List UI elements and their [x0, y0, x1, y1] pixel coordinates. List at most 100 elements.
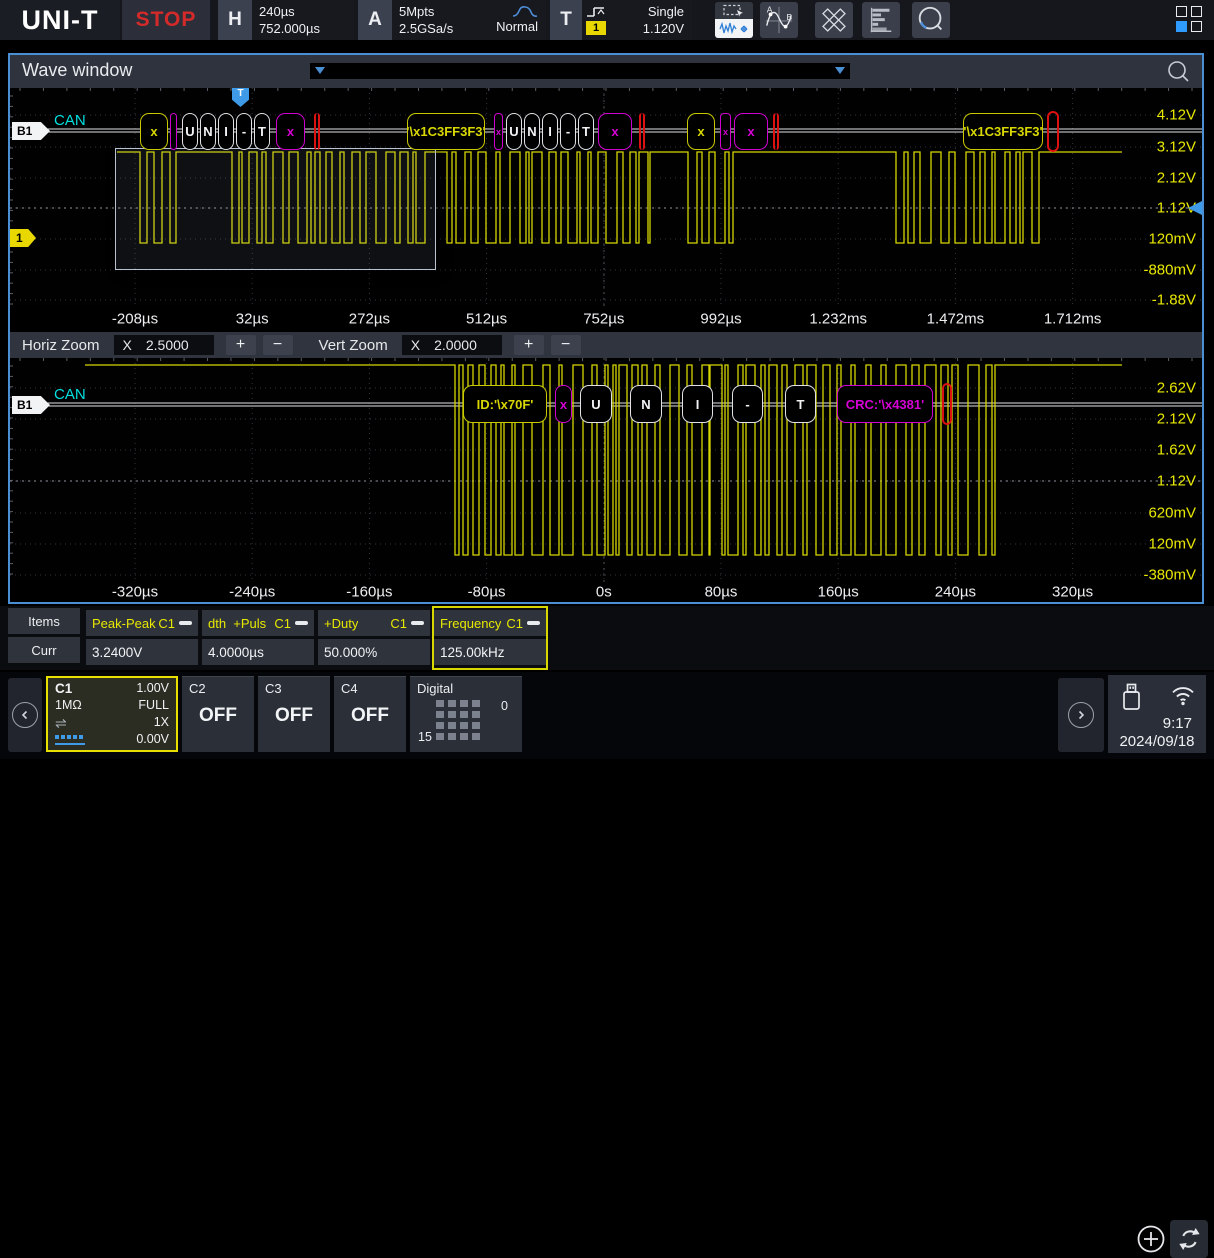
trigger-key: T [550, 0, 582, 40]
clock-date: 2024/09/18 [1108, 733, 1206, 750]
digital-channel-square [436, 711, 444, 718]
channel-1-panel[interactable]: C1 1.00V 1MΩ FULL ⇌ 1X 0.00V [46, 676, 178, 752]
histogram-icon [866, 5, 896, 35]
time-scale-label: 1.232ms [809, 311, 867, 328]
acquire-settings-button[interactable]: A 5Mpts 2.5GSa/s Normal [358, 0, 546, 40]
c1-impedance: 1MΩ [55, 698, 82, 713]
voltage-scale-label: 2.12V [1157, 170, 1196, 187]
measurement-items-selector[interactable]: Items Curr [8, 608, 80, 668]
items-row-label: Curr [8, 637, 80, 663]
chevron-left-icon [12, 702, 38, 728]
vert-zoom-in-button[interactable]: + [514, 335, 544, 355]
channel-4-panel[interactable]: C4 OFF [334, 676, 406, 752]
wave-window-header: Wave window [10, 55, 1202, 88]
time-scale-label: 992µs [700, 311, 741, 328]
decode-error-marker [1047, 111, 1059, 152]
voltage-scale-label: -880mV [1143, 262, 1196, 279]
run-stop-button[interactable]: STOP [122, 0, 210, 40]
vert-zoom-prefix: X [411, 337, 420, 353]
window-layout-button[interactable] [1176, 6, 1206, 36]
measurement-cell-peak-peak[interactable]: Peak-PeakC13.2400V [84, 606, 200, 670]
zoomed-waveform-view[interactable]: ID:'\x70F'xUNI-TCRC:'\x4381'B1CAN2.62V2.… [10, 358, 1202, 582]
search-button[interactable] [912, 2, 950, 38]
horiz-zoom-out-button[interactable]: − [263, 335, 293, 355]
digital-channel-square [460, 733, 468, 740]
c1-offset: 0.00V [136, 732, 169, 747]
digital-channel-square [460, 711, 468, 718]
decode-error-marker [942, 383, 952, 425]
main-time-axis: -208µs32µs272µs512µs752µs992µs1.232ms1.4… [10, 306, 1202, 332]
wave-select-dropdown[interactable] [310, 63, 850, 79]
measurement-name: dth +Puls [208, 616, 266, 631]
vert-zoom-value-box[interactable]: X 2.0000 [402, 335, 502, 355]
wave-window: Wave window xUNI-Tx'\x1C3FF3F3'xUNI-Txxx… [8, 53, 1204, 604]
c1-scale: 1.00V [136, 681, 169, 696]
decode-bubble: T [254, 113, 270, 150]
time-scale-label: 80µs [705, 584, 738, 601]
measurement-value-row: 3.2400V [86, 639, 198, 665]
refresh-measurements-button[interactable] [1170, 1220, 1208, 1258]
trigger-settings-button[interactable]: T 1 Single 1.120V [550, 0, 692, 40]
trigger-mode: Single [648, 3, 684, 20]
horiz-zoom-in-button[interactable]: + [226, 335, 256, 355]
decode-bubble [170, 113, 177, 150]
top-status-bar: UNI-T STOP H 240µs 752.000µs A 5Mpts 2.5… [0, 0, 1214, 40]
c1-label: C1 [55, 681, 72, 696]
system-status-panel[interactable]: 9:17 2024/09/18 [1108, 675, 1206, 753]
horiz-zoom-value: 2.5000 [146, 337, 189, 353]
horizontal-scale: 240µs [259, 3, 347, 20]
voltage-scale-label: 2.12V [1157, 411, 1196, 428]
trigger-level: 1.120V [643, 20, 684, 37]
zoom-selection-region[interactable] [115, 148, 436, 270]
c2-state: OFF [182, 705, 254, 727]
logo-text: UNI-T [22, 5, 99, 36]
time-scale-label: -240µs [229, 584, 275, 601]
time-scale-label: 1.712ms [1044, 311, 1102, 328]
voltage-scale-label: 1.12V [1157, 473, 1196, 490]
decode-error-marker [314, 113, 320, 150]
measurement-channel: C1 [506, 616, 523, 631]
measurement-cell-dth-puls[interactable]: dth +Puls C1 4.0000µs [200, 606, 316, 670]
measurement-cell-frequency[interactable]: FrequencyC1125.00kHz [432, 606, 548, 670]
main-waveform-view[interactable]: xUNI-Tx'\x1C3FF3F3'xUNI-Txxxx'\x1C3FF3F3… [10, 88, 1202, 306]
clock-time: 9:17 [1163, 715, 1192, 732]
decode-bubble: - [732, 385, 763, 423]
digital-channels-panel[interactable]: Digital 0 15 [410, 676, 522, 752]
channel-bar-scroll-right-button[interactable] [1058, 678, 1104, 752]
decode-bubble: U [580, 385, 612, 423]
cursor-mode-button[interactable] [715, 2, 753, 38]
time-scale-label: 512µs [466, 311, 507, 328]
measurement-value-row: 50.000% [318, 639, 430, 665]
usb-icon [1120, 681, 1144, 711]
time-scale-label: 272µs [349, 311, 390, 328]
vert-zoom-out-button[interactable]: − [551, 335, 581, 355]
channel-color-dash [527, 621, 540, 625]
c3-state: OFF [258, 705, 330, 727]
acquire-key: A [358, 0, 392, 40]
horizontal-settings-button[interactable]: H 240µs 752.000µs [218, 0, 354, 40]
decode-bubble: x [494, 113, 503, 150]
add-measurement-button[interactable] [1136, 1224, 1166, 1254]
measurement-channel: C1 [274, 616, 291, 631]
channel-bar-scroll-left-button[interactable] [8, 678, 42, 752]
channel-3-panel[interactable]: C3 OFF [258, 676, 330, 752]
window-search-icon[interactable] [1166, 59, 1192, 85]
measure-button[interactable] [815, 2, 853, 38]
measurement-cell--duty[interactable]: +DutyC150.000% [316, 606, 432, 670]
decode-bubble: '\x1C3FF3F3' [407, 113, 485, 150]
select-mode-icon [715, 2, 753, 19]
measure-ruler-icon [818, 4, 850, 36]
measurement-value-row: 4.0000µs [202, 639, 314, 665]
measurement-value: 4.0000µs [208, 645, 264, 660]
decode-bubble: x [276, 113, 305, 150]
digital-channel-square [436, 722, 444, 729]
ab-cursor-button[interactable]: A B [760, 2, 798, 38]
zoom-time-axis: -320µs-240µs-160µs-80µs0s80µs160µs240µs3… [10, 582, 1202, 602]
decode-bubble: x [555, 385, 572, 423]
histogram-button[interactable] [862, 2, 900, 38]
digital-first-channel: 0 [501, 699, 508, 713]
horiz-zoom-value-box[interactable]: X 2.5000 [114, 335, 214, 355]
channel-2-panel[interactable]: C2 OFF [182, 676, 254, 752]
dropdown-left-arrow-icon [315, 67, 325, 74]
svg-text:B: B [787, 12, 793, 22]
